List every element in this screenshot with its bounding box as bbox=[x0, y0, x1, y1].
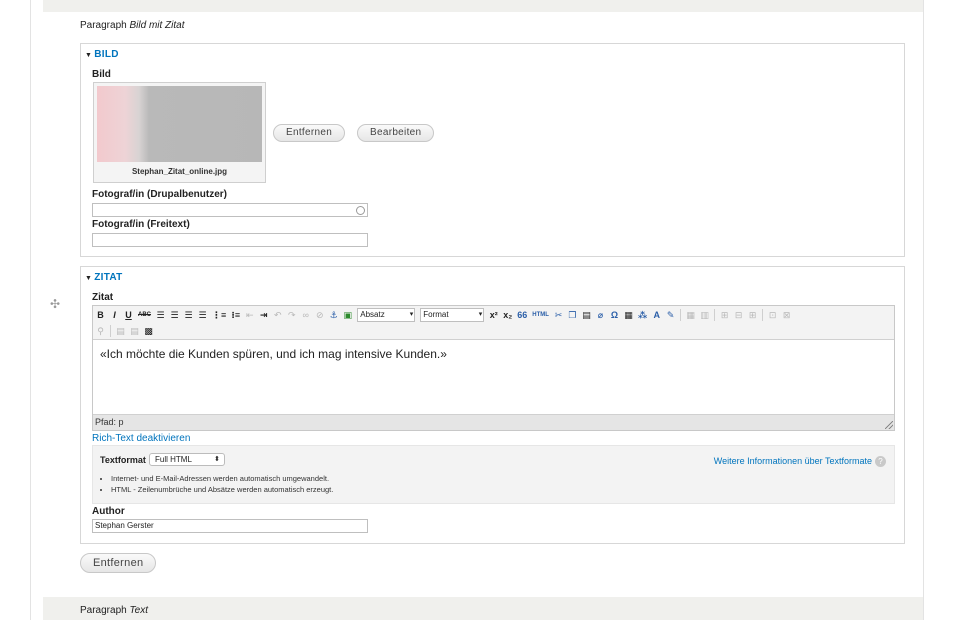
redo-icon[interactable]: ↷ bbox=[287, 309, 296, 321]
template-icon[interactable]: ✎ bbox=[666, 309, 675, 321]
subscript-button[interactable]: x₂ bbox=[503, 309, 512, 321]
text-format-more-info[interactable]: Weitere Informationen über Textformate? bbox=[714, 456, 886, 468]
text-format-tips: Internet- und E-Mail-Adressen werden aut… bbox=[101, 474, 333, 496]
anchor-icon[interactable]: ⚓ bbox=[329, 309, 338, 321]
drag-handle-icon[interactable]: ✣ bbox=[49, 298, 61, 310]
link-icon[interactable]: ∞ bbox=[301, 309, 310, 321]
text-format-select[interactable]: Full HTML ⬍ bbox=[149, 453, 225, 466]
underline-button[interactable]: U bbox=[124, 309, 133, 321]
bulleted-list-icon[interactable]: ⋮≡ bbox=[212, 309, 226, 321]
bild-legend[interactable]: ▼ BILD bbox=[85, 49, 119, 60]
superscript-button[interactable]: x² bbox=[489, 309, 498, 321]
align-center-icon[interactable]: ☰ bbox=[170, 309, 179, 321]
resize-grip-icon[interactable] bbox=[885, 421, 893, 429]
numbered-list-icon[interactable]: ⁝≡ bbox=[231, 309, 240, 321]
list-item: HTML - Zeilenumbrüche und Absätze werden… bbox=[111, 485, 333, 494]
paragraph-type: Text bbox=[129, 605, 149, 616]
chevron-down-icon: ▾ bbox=[478, 311, 483, 318]
triangle-down-icon: ▼ bbox=[85, 275, 93, 282]
photographer-user-label: Fotograf/in (Drupalbenutzer) bbox=[92, 189, 227, 200]
author-label: Author bbox=[92, 506, 125, 517]
chevron-updown-icon: ⬍ bbox=[214, 456, 220, 463]
align-left-icon[interactable]: ☰ bbox=[156, 309, 165, 321]
chevron-down-icon: ▾ bbox=[409, 311, 414, 318]
text-format-box: Textformat Full HTML ⬍ Weitere Informati… bbox=[92, 445, 895, 504]
autocomplete-icon bbox=[356, 206, 365, 215]
remove-image-button[interactable]: Entfernen bbox=[273, 124, 346, 142]
html-source-button[interactable]: HTML bbox=[532, 309, 549, 321]
special-char-icon[interactable]: Ω bbox=[610, 309, 619, 321]
image-widget: Stephan_Zitat_online.jpg bbox=[93, 82, 266, 183]
insert-row-icon[interactable]: ⊞ bbox=[720, 309, 729, 321]
rich-text-editor: B I U ABC ☰ ☰ ☰ ☰ ⋮≡ ⁝≡ ⇤ ⇥ ↶ ↷ ∞ ⊘ ⚓ ▣ … bbox=[92, 305, 895, 431]
editor-toolbar: B I U ABC ☰ ☰ ☰ ☰ ⋮≡ ⁝≡ ⇤ ⇥ ↶ ↷ ∞ ⊘ ⚓ ▣ … bbox=[93, 306, 894, 340]
bold-button[interactable]: B bbox=[96, 309, 105, 321]
media-icon[interactable]: ▩ bbox=[144, 325, 153, 337]
row-props-icon[interactable]: ▤ bbox=[130, 325, 139, 337]
undo-icon[interactable]: ↶ bbox=[273, 309, 282, 321]
find-replace-icon[interactable]: ⁂ bbox=[638, 309, 647, 321]
merge-cells-icon[interactable]: ⊡ bbox=[768, 309, 777, 321]
paragraph-type: Bild mit Zitat bbox=[129, 20, 185, 31]
text-format-label: Textformat bbox=[100, 455, 146, 465]
image-label: Bild bbox=[92, 69, 111, 80]
delete-row-icon[interactable]: ⊟ bbox=[734, 309, 743, 321]
image-icon[interactable]: ▣ bbox=[343, 309, 353, 321]
quote-text[interactable]: «Ich möchte die Kunden spüren, und ich m… bbox=[100, 347, 447, 361]
image-thumbnail[interactable] bbox=[97, 86, 262, 162]
previous-paragraph-band bbox=[43, 0, 923, 12]
editor-content-area[interactable]: «Ich möchte die Kunden spüren, und ich m… bbox=[93, 341, 894, 414]
split-cells-icon[interactable]: ⊠ bbox=[782, 309, 791, 321]
insert-col-icon[interactable]: ⊞ bbox=[748, 309, 757, 321]
align-justify-icon[interactable]: ☰ bbox=[198, 309, 207, 321]
help-icon[interactable]: ? bbox=[875, 456, 886, 468]
next-paragraph-header: Paragraph Text bbox=[43, 597, 923, 620]
zitat-fieldset: ▼ ZITAT Zitat B I U ABC ☰ ☰ ☰ ☰ ⋮≡ ⁝≡ ⇤ ⇥… bbox=[80, 266, 905, 544]
photographer-user-input[interactable] bbox=[92, 203, 368, 217]
cut-icon[interactable]: ✂ bbox=[554, 309, 563, 321]
author-input[interactable]: Stephan Gerster bbox=[92, 519, 368, 533]
unlink-icon[interactable]: ⊘ bbox=[315, 309, 324, 321]
zitat-legend[interactable]: ▼ ZITAT bbox=[85, 272, 123, 283]
table-props-icon[interactable]: ▥ bbox=[700, 309, 709, 321]
table-icon[interactable]: ▦ bbox=[686, 309, 695, 321]
paragraph-header: Paragraph Bild mit Zitat bbox=[43, 12, 923, 40]
italic-button[interactable]: I bbox=[110, 309, 119, 321]
paragraph-format-select[interactable]: Absatz ▾ bbox=[357, 308, 416, 322]
paragraph-prefix: Paragraph bbox=[80, 605, 127, 616]
cell-props-icon[interactable]: ▤ bbox=[116, 325, 125, 337]
show-blocks-icon[interactable]: ⚲ bbox=[96, 325, 105, 337]
paste-icon[interactable]: ▤ bbox=[582, 309, 591, 321]
bild-fieldset: ▼ BILD Bild Stephan_Zitat_online.jpg Entf… bbox=[80, 43, 905, 257]
style-format-select[interactable]: Format ▾ bbox=[420, 308, 485, 322]
paste-word-icon[interactable]: ▦ bbox=[624, 309, 633, 321]
photographer-text-label: Fotograf/in (Freitext) bbox=[92, 219, 190, 230]
strikethrough-button[interactable]: ABC bbox=[138, 309, 151, 321]
remove-format-icon[interactable]: ⌀ bbox=[596, 309, 605, 321]
outdent-icon[interactable]: ⇤ bbox=[245, 309, 254, 321]
copy-icon[interactable]: ❐ bbox=[568, 309, 577, 321]
paragraph-prefix: Paragraph bbox=[80, 20, 127, 31]
remove-paragraph-button[interactable]: Entfernen bbox=[80, 553, 157, 573]
editor-path-bar: Pfad: p bbox=[93, 414, 894, 430]
spellcheck-icon[interactable]: A bbox=[652, 309, 661, 321]
photographer-text-input[interactable] bbox=[92, 233, 368, 247]
align-right-icon[interactable]: ☰ bbox=[184, 309, 193, 321]
indent-icon[interactable]: ⇥ bbox=[259, 309, 268, 321]
list-item: Internet- und E-Mail-Adressen werden aut… bbox=[111, 474, 333, 483]
zitat-label: Zitat bbox=[92, 292, 114, 303]
toggle-rich-text-link[interactable]: Rich-Text deaktivieren bbox=[92, 433, 190, 444]
edit-image-button[interactable]: Bearbeiten bbox=[357, 124, 435, 142]
triangle-down-icon: ▼ bbox=[85, 52, 93, 59]
image-file-name: Stephan_Zitat_online.jpg bbox=[131, 167, 228, 176]
blockquote-button[interactable]: 66 bbox=[517, 309, 527, 321]
